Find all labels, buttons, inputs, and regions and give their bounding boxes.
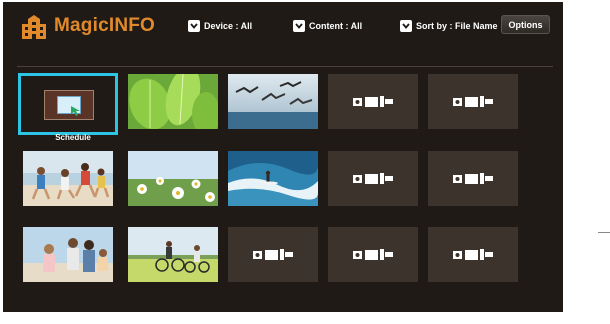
device-filter-label: Device : All [204,21,253,31]
chevron-down-icon [400,20,412,32]
content-tile-placeholder[interactable] [428,74,518,129]
header-bar: MagicINFO Device : All Content : All Sor… [3,2,563,50]
content-tile-placeholder[interactable] [428,151,518,206]
sort-dropdown[interactable]: Sort by : File Name [400,18,498,34]
content-tile-placeholder[interactable] [328,74,418,129]
content-tile-kids-beach[interactable] [23,151,113,206]
content-tile-seagulls[interactable] [228,74,318,129]
content-tile-cyclists[interactable] [128,227,218,282]
page-margin-rule [598,232,610,233]
content-tile-flower-field[interactable] [128,151,218,206]
content-tile-placeholder[interactable] [428,227,518,282]
chevron-down-icon [293,20,305,32]
media-placeholder-icon [328,227,418,282]
device-filter-dropdown[interactable]: Device : All [188,18,252,34]
content-filter-label: Content : All [309,21,363,31]
content-tile-surfer[interactable] [228,151,318,206]
schedule-tile-label: Schedule [55,133,91,142]
media-placeholder-icon [428,151,518,206]
media-placeholder-icon [328,74,418,129]
header-divider [17,66,553,67]
content-tile-placeholder[interactable] [228,227,318,282]
magicinfo-screen: MagicINFO Device : All Content : All Sor… [3,2,563,312]
schedule-tile[interactable] [18,73,118,135]
content-tile-placeholder[interactable] [328,151,418,206]
media-placeholder-icon [228,227,318,282]
content-tile-placeholder[interactable] [328,227,418,282]
sort-label: Sort by : File Name [416,21,498,31]
schedule-icon [44,90,94,120]
media-placeholder-icon [428,227,518,282]
media-placeholder-icon [328,151,418,206]
options-button[interactable]: Options [501,15,550,34]
chevron-down-icon [188,20,200,32]
content-tile-family[interactable] [23,227,113,282]
content-tile-green-leaves[interactable] [128,74,218,129]
app-title: MagicINFO [54,15,156,36]
media-placeholder-icon [428,74,518,129]
magicinfo-logo-icon [22,15,46,39]
content-filter-dropdown[interactable]: Content : All [293,18,362,34]
